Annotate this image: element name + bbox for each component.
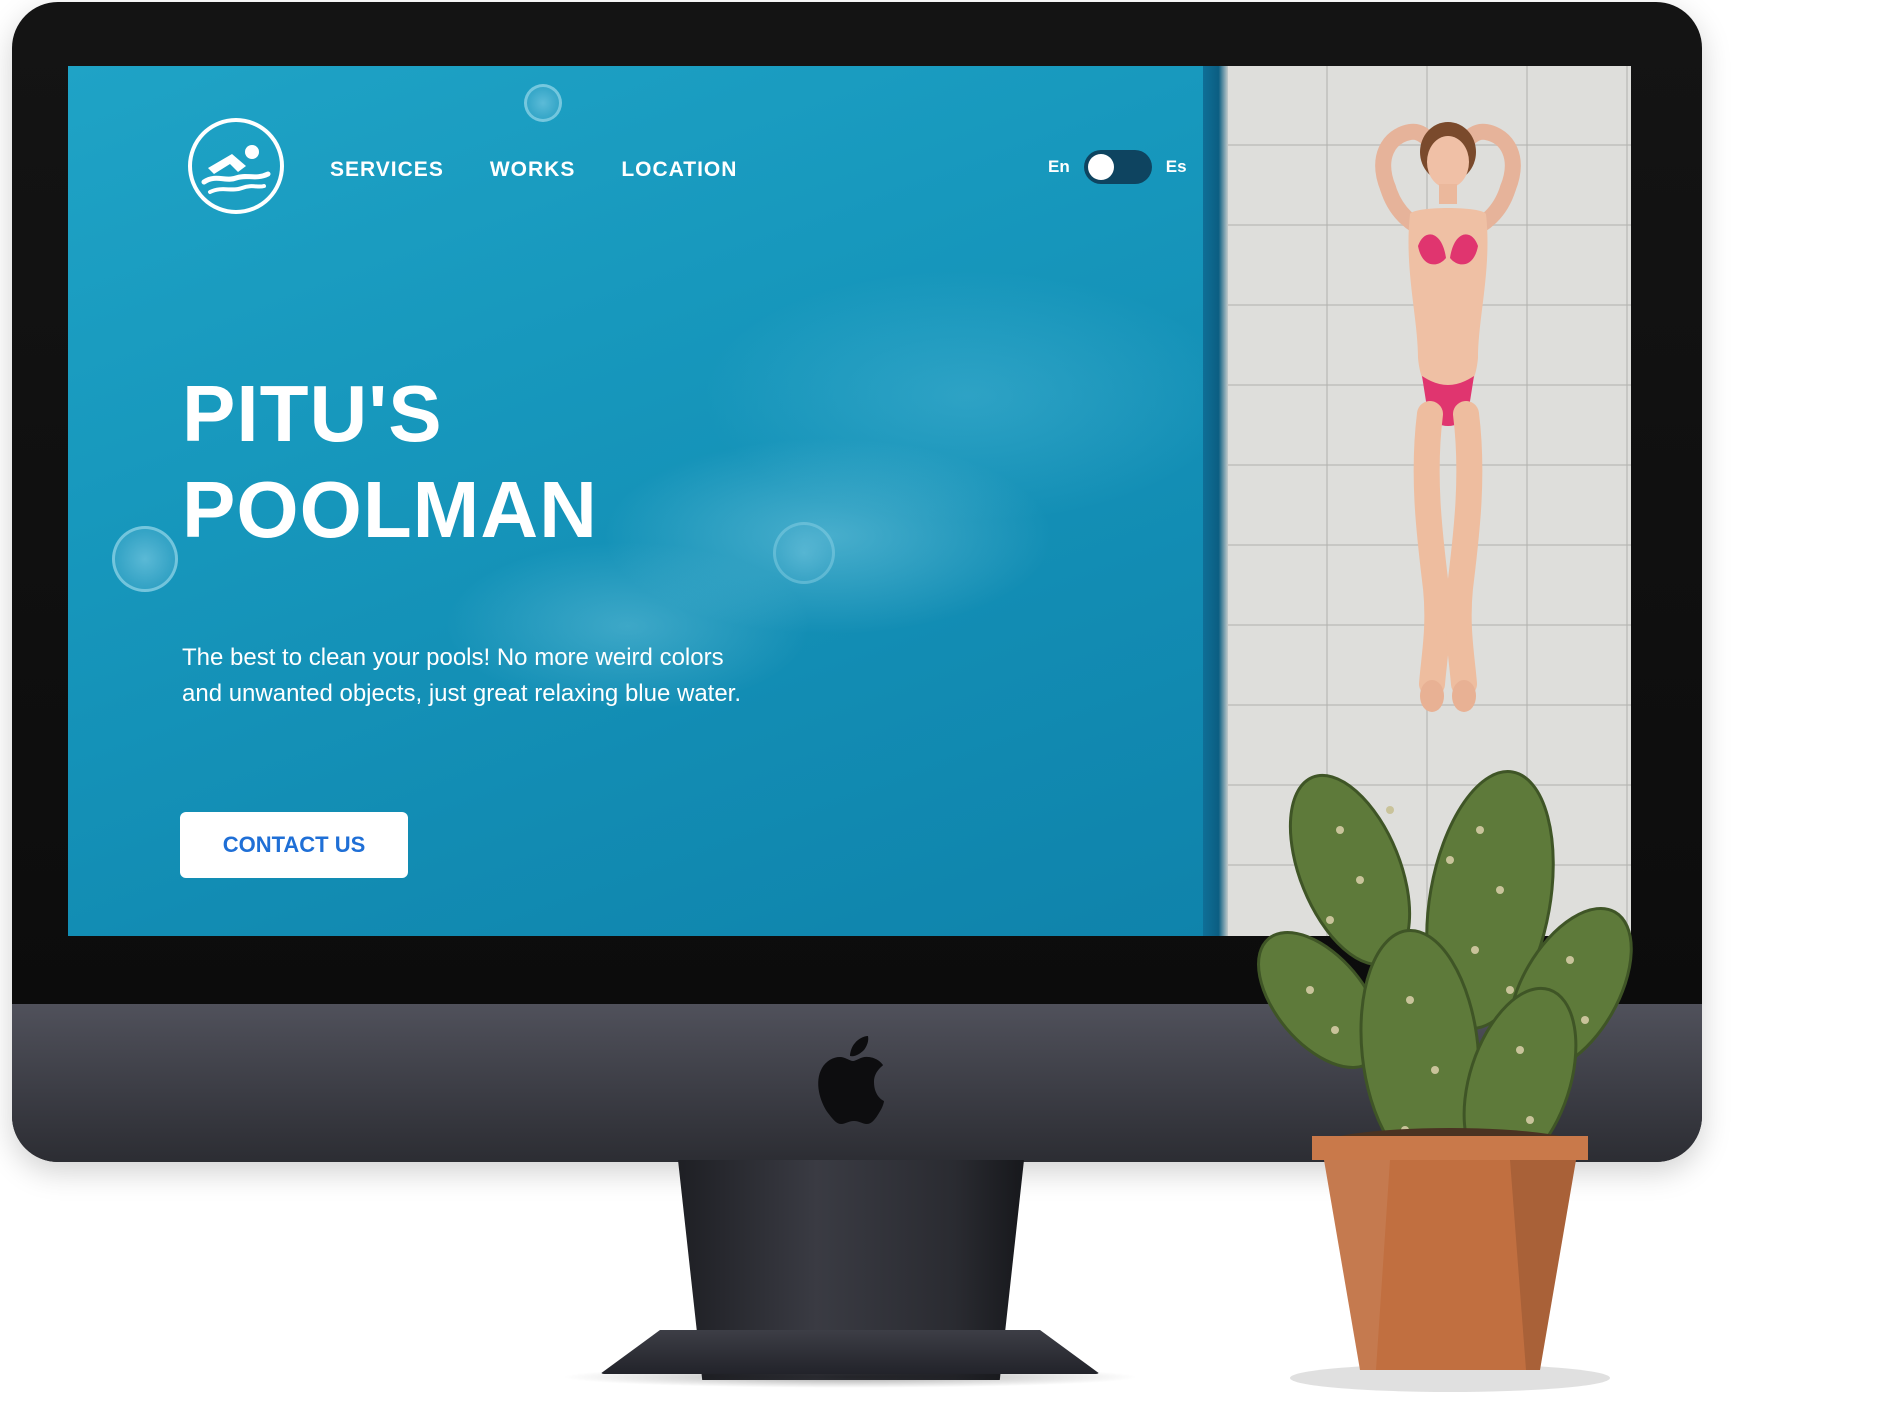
cactus-plant-image — [1257, 770, 1633, 1392]
sunbathing-woman-image — [1375, 122, 1521, 712]
language-switch: En Es — [1048, 150, 1187, 184]
hero-tagline: The best to clean your pools! No more we… — [182, 640, 822, 712]
toggle-knob — [1087, 154, 1114, 180]
pool-edge — [1203, 66, 1229, 936]
swimmer-logo-icon[interactable] — [186, 116, 286, 216]
language-label-en: En — [1048, 157, 1070, 176]
language-toggle[interactable] — [1083, 150, 1152, 184]
pool-drain — [524, 84, 562, 122]
hero-pool-background: SERVICES WORKS LOCATION En Es PITU'S POO… — [68, 66, 1218, 936]
nav-link-services[interactable]: SERVICES — [330, 158, 444, 182]
hero-title-line-2: POOLMAN — [182, 465, 598, 554]
pool-drain — [112, 526, 178, 592]
hero-tagline-line-1: The best to clean your pools! No more we… — [182, 644, 724, 671]
nav-link-location[interactable]: LOCATION — [621, 158, 737, 182]
language-label-es: Es — [1165, 157, 1187, 176]
main-nav: SERVICES WORKS LOCATION — [330, 158, 737, 182]
pool-drain — [773, 522, 835, 584]
hero-title-line-1: PITU'S — [182, 369, 443, 458]
hero-tagline-line-2: and unwanted objects, just great relaxin… — [182, 680, 742, 707]
stand-base — [600, 1330, 1100, 1374]
apple-logo-icon — [818, 1036, 884, 1124]
contact-us-button[interactable]: CONTACT US — [180, 812, 408, 878]
hero-title: PITU'S POOLMAN — [182, 366, 598, 558]
nav-link-works[interactable]: WORKS — [490, 158, 576, 182]
